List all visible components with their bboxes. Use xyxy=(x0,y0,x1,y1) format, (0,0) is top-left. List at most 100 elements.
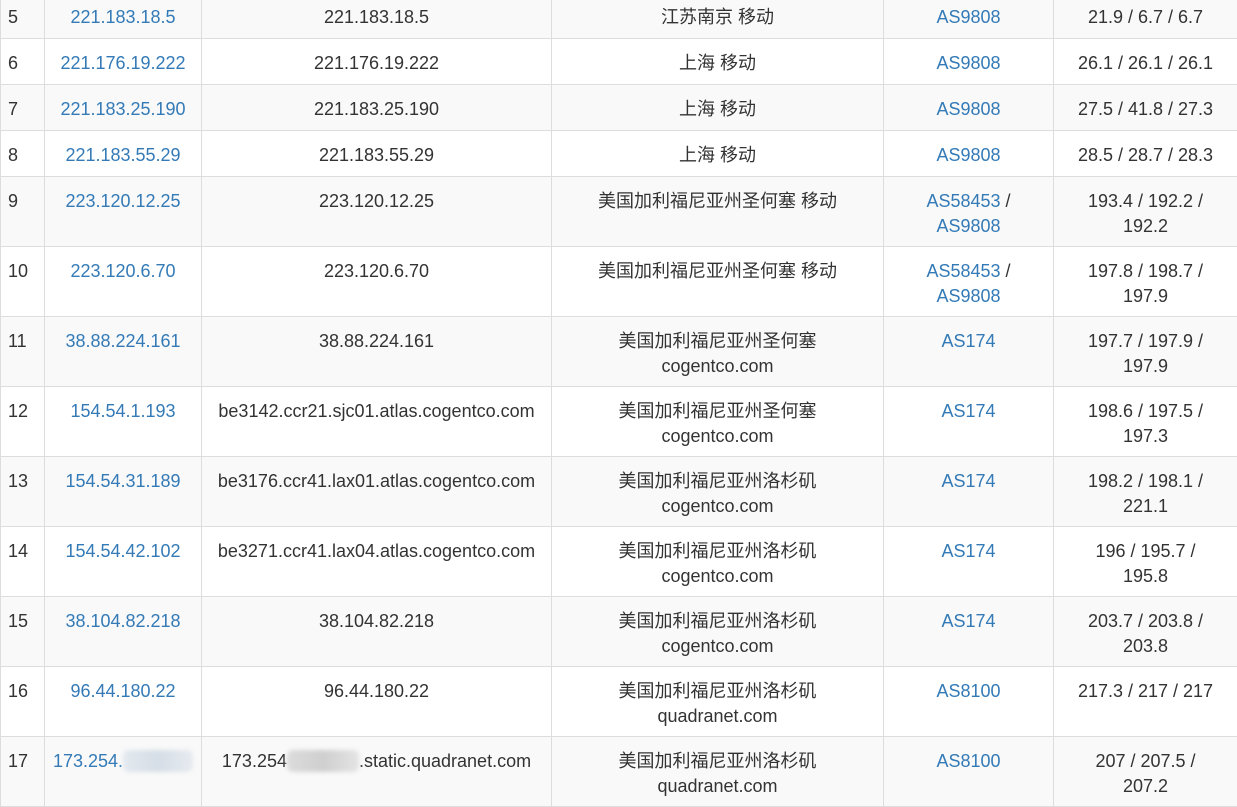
ip-cell: 221.176.19.222 xyxy=(45,39,202,85)
ip-link[interactable]: 154.54.1.193 xyxy=(70,401,175,421)
hop-number: 5 xyxy=(8,7,18,27)
hop-number: 16 xyxy=(8,681,28,701)
asn-cell: AS9808 xyxy=(884,85,1054,131)
asn-cell: AS174 xyxy=(884,387,1054,457)
table-row: 7221.183.25.190221.183.25.190上海 移动AS9808… xyxy=(1,85,1237,131)
hostname-cell: 38.88.224.161 xyxy=(202,317,552,387)
hop-number: 9 xyxy=(8,191,18,211)
asn-link[interactable]: AS9808 xyxy=(936,145,1000,165)
ip-link[interactable]: 96.44.180.22 xyxy=(70,681,175,701)
ip-link[interactable]: 38.104.82.218 xyxy=(65,611,180,631)
location-line: cogentco.com xyxy=(552,494,883,519)
ip-cell: 38.88.224.161 xyxy=(45,317,202,387)
ip-link[interactable]: 154.54.42.102 xyxy=(65,541,180,561)
latency-value: 198.2 / 198.1 / 221.1 xyxy=(1088,471,1203,516)
hop-number: 13 xyxy=(8,471,28,491)
asn-link[interactable]: AS9808 xyxy=(936,216,1000,236)
hostname-cell: 221.176.19.222 xyxy=(202,39,552,85)
table-row: 10223.120.6.70223.120.6.70美国加利福尼亚州圣何塞 移动… xyxy=(1,247,1237,317)
ip-cell: 221.183.18.5 xyxy=(45,0,202,39)
location-line: cogentco.com xyxy=(552,354,883,379)
asn-link[interactable]: AS174 xyxy=(941,401,995,421)
location-line: quadranet.com xyxy=(552,704,883,729)
hostname: be3142.ccr21.sjc01.atlas.cogentco.com xyxy=(218,401,534,421)
location-line: quadranet.com xyxy=(552,774,883,799)
asn-link[interactable]: AS9808 xyxy=(936,99,1000,119)
asn-link[interactable]: AS9808 xyxy=(936,7,1000,27)
location-line: 上海 移动 xyxy=(552,143,883,168)
location-cell: 美国加利福尼亚州洛杉矶cogentco.com xyxy=(552,597,884,667)
latency-cell: 217.3 / 217 / 217 xyxy=(1054,667,1237,737)
table-row: 12 154.54.1.193 be3142.ccr21.sjc01.atlas.c… xyxy=(1,387,1237,457)
hop-cell: 5 xyxy=(1,0,45,39)
hop-cell: 13 xyxy=(1,457,45,527)
asn-link[interactable]: AS9808 xyxy=(936,286,1000,306)
asn-separator: / xyxy=(1006,261,1011,281)
latency-value: 197.7 / 197.9 / 197.9 xyxy=(1088,331,1203,376)
table-row: 13154.54.31.189be3176.ccr41.lax01.atlas.… xyxy=(1,457,1237,527)
hop-number: 10 xyxy=(8,261,28,281)
asn-link[interactable]: AS174 xyxy=(941,611,995,631)
hostname: 38.104.82.218 xyxy=(319,611,434,631)
asn-link[interactable]: AS9808 xyxy=(936,53,1000,73)
asn-separator: / xyxy=(1006,191,1011,211)
location-cell: 美国加利福尼亚州圣何塞cogentco.com xyxy=(552,387,884,457)
hop-cell: 11 xyxy=(1,317,45,387)
hostname-cell: 38.104.82.218 xyxy=(202,597,552,667)
location-line: 美国加利福尼亚州洛杉矶 xyxy=(552,469,883,494)
asn-link[interactable]: AS8100 xyxy=(936,751,1000,771)
location-line: 美国加利福尼亚州洛杉矶 xyxy=(552,609,883,634)
hop-number: 12 xyxy=(8,401,28,421)
location-cell: 美国加利福尼亚州洛杉矶cogentco.com xyxy=(552,457,884,527)
hop-cell: 14 xyxy=(1,527,45,597)
table-row: 14154.54.42.102be3271.ccr41.lax04.atlas.… xyxy=(1,527,1237,597)
latency-value: 217.3 / 217 / 217 xyxy=(1078,681,1213,701)
latency-cell: 26.1 / 26.1 / 26.1 xyxy=(1054,39,1237,85)
ip-link[interactable]: 173.254. xyxy=(53,751,123,771)
ip-link[interactable]: 221.183.55.29 xyxy=(65,145,180,165)
table-row: 6221.176.19.222221.176.19.222上海 移动AS9808… xyxy=(1,39,1237,85)
ip-cell: 96.44.180.22 xyxy=(45,667,202,737)
location-line: 美国加利福尼亚州圣何塞 xyxy=(552,399,883,424)
hostname: 221.183.25.190 xyxy=(314,99,439,119)
asn-link[interactable]: AS174 xyxy=(941,541,995,561)
location-line: 美国加利福尼亚州圣何塞 移动 xyxy=(552,259,883,284)
table-row: 1138.88.224.16138.88.224.161美国加利福尼亚州圣何塞c… xyxy=(1,317,1237,387)
ip-cell: 38.104.82.218 xyxy=(45,597,202,667)
hop-cell: 16 xyxy=(1,667,45,737)
ip-link[interactable]: 38.88.224.161 xyxy=(65,331,180,351)
hostname: 96.44.180.22 xyxy=(324,681,429,701)
location-cell: 美国加利福尼亚州圣何塞 移动 xyxy=(552,177,884,247)
ip-link[interactable]: 223.120.6.70 xyxy=(70,261,175,281)
ip-link[interactable]: 221.183.25.190 xyxy=(60,99,185,119)
latency-value: 207 / 207.5 / 207.2 xyxy=(1095,751,1195,796)
location-line: 美国加利福尼亚州洛杉矶 xyxy=(552,749,883,774)
hostname-cell: 96.44.180.22 xyxy=(202,667,552,737)
asn-cell: AS8100 xyxy=(884,737,1054,807)
hop-number: 17 xyxy=(8,751,28,771)
latency-cell: 207 / 207.5 / 207.2 xyxy=(1054,737,1237,807)
latency-value: 28.5 / 28.7 / 28.3 xyxy=(1078,145,1213,165)
hop-number: 14 xyxy=(8,541,28,561)
ip-cell: 223.120.6.70 xyxy=(45,247,202,317)
ip-cell: 223.120.12.25 xyxy=(45,177,202,247)
location-cell: 美国加利福尼亚州圣何塞 移动 xyxy=(552,247,884,317)
ip-link[interactable]: 154.54.31.189 xyxy=(65,471,180,491)
asn-cell: AS58453 / AS9808 xyxy=(884,177,1054,247)
latency-value: 26.1 / 26.1 / 26.1 xyxy=(1078,53,1213,73)
asn-link[interactable]: AS8100 xyxy=(936,681,1000,701)
asn-link[interactable]: AS58453 xyxy=(926,191,1000,211)
asn-link[interactable]: AS174 xyxy=(941,471,995,491)
ip-link[interactable]: 221.183.18.5 xyxy=(70,7,175,27)
latency-value: 203.7 / 203.8 / 203.8 xyxy=(1088,611,1203,656)
asn-link[interactable]: AS58453 xyxy=(926,261,1000,281)
table-row: 1696.44.180.2296.44.180.22美国加利福尼亚州洛杉矶qua… xyxy=(1,667,1237,737)
ip-cell: 154.54.1.193 xyxy=(45,387,202,457)
latency-cell: 27.5 / 41.8 / 27.3 xyxy=(1054,85,1237,131)
asn-link[interactable]: AS174 xyxy=(941,331,995,351)
table-row: 5221.183.18.5221.183.18.5江苏南京 移动AS980821… xyxy=(1,0,1237,39)
location-line: 美国加利福尼亚州圣何塞 移动 xyxy=(552,189,883,214)
ip-link[interactable]: 221.176.19.222 xyxy=(60,53,185,73)
ip-link[interactable]: 223.120.12.25 xyxy=(65,191,180,211)
asn-cell: AS9808 xyxy=(884,0,1054,39)
